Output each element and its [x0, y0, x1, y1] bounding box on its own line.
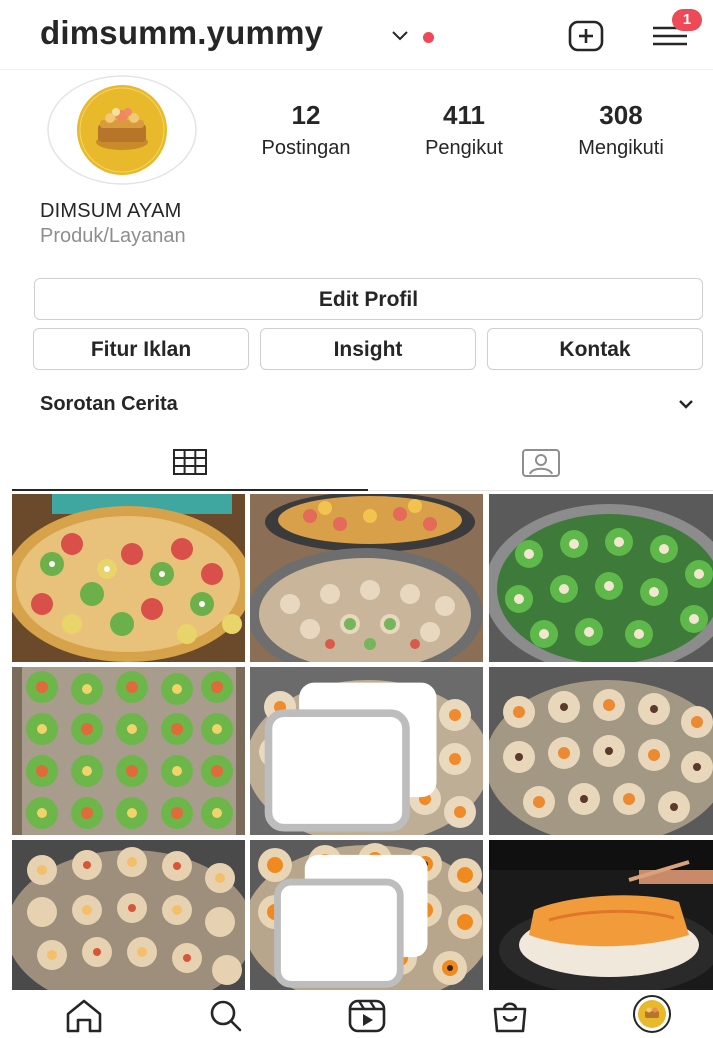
profile-avatar-tab[interactable]	[626, 994, 678, 1034]
post-thumbnail[interactable]	[250, 494, 483, 662]
bottom-navigation	[0, 990, 713, 1038]
contact-button[interactable]: Kontak	[487, 328, 703, 370]
account-notification-dot	[423, 32, 434, 43]
tab-posts-grid[interactable]	[12, 434, 368, 491]
posts-count: 12	[291, 100, 321, 130]
search-icon[interactable]	[204, 998, 248, 1034]
post-thumbnail[interactable]	[489, 840, 713, 990]
profile-avatar[interactable]	[46, 74, 198, 186]
edit-profile-button[interactable]: Edit Profil	[34, 278, 703, 320]
posts-grid	[12, 494, 713, 990]
post-thumbnail[interactable]	[489, 494, 713, 662]
insights-button[interactable]: Insight	[260, 328, 476, 370]
add-post-icon[interactable]	[567, 20, 605, 52]
post-thumbnail[interactable]	[250, 840, 483, 990]
ad-tools-button[interactable]: Fitur Iklan	[33, 328, 249, 370]
stat-followers[interactable]: 411 Pengikut	[408, 100, 520, 160]
following-count: 308	[599, 100, 643, 130]
following-label: Mengikuti	[578, 137, 664, 159]
chevron-down-icon[interactable]	[391, 28, 409, 42]
story-highlights-title[interactable]: Sorotan Cerita	[40, 393, 178, 416]
chevron-down-icon[interactable]	[677, 397, 695, 411]
notification-badge: 1	[672, 9, 702, 31]
account-username[interactable]: dimsumm.yummy	[40, 14, 323, 52]
followers-count: 411	[443, 100, 485, 130]
shop-icon[interactable]	[488, 998, 532, 1034]
stat-posts[interactable]: 12 Postingan	[246, 100, 366, 160]
posts-label: Postingan	[261, 137, 351, 159]
multiple-photos-icon	[274, 854, 428, 988]
top-bar: dimsumm.yummy 1	[0, 0, 713, 70]
post-thumbnail[interactable]	[12, 494, 245, 662]
post-thumbnail[interactable]	[489, 667, 713, 835]
tagged-person-icon	[521, 449, 560, 477]
post-thumbnail[interactable]	[250, 667, 483, 835]
post-thumbnail[interactable]	[12, 667, 245, 835]
grid-icon	[173, 449, 207, 475]
followers-label: Pengikut	[425, 137, 503, 159]
profile-category: Produk/Layanan	[40, 225, 186, 247]
stat-following[interactable]: 308 Mengikuti	[562, 100, 680, 160]
tab-tagged[interactable]	[368, 434, 713, 491]
home-icon[interactable]	[62, 998, 106, 1034]
multiple-photos-icon	[264, 682, 437, 832]
post-thumbnail[interactable]	[12, 840, 245, 990]
reels-icon[interactable]	[345, 998, 389, 1034]
display-name: DIMSUM AYAM	[40, 200, 182, 222]
